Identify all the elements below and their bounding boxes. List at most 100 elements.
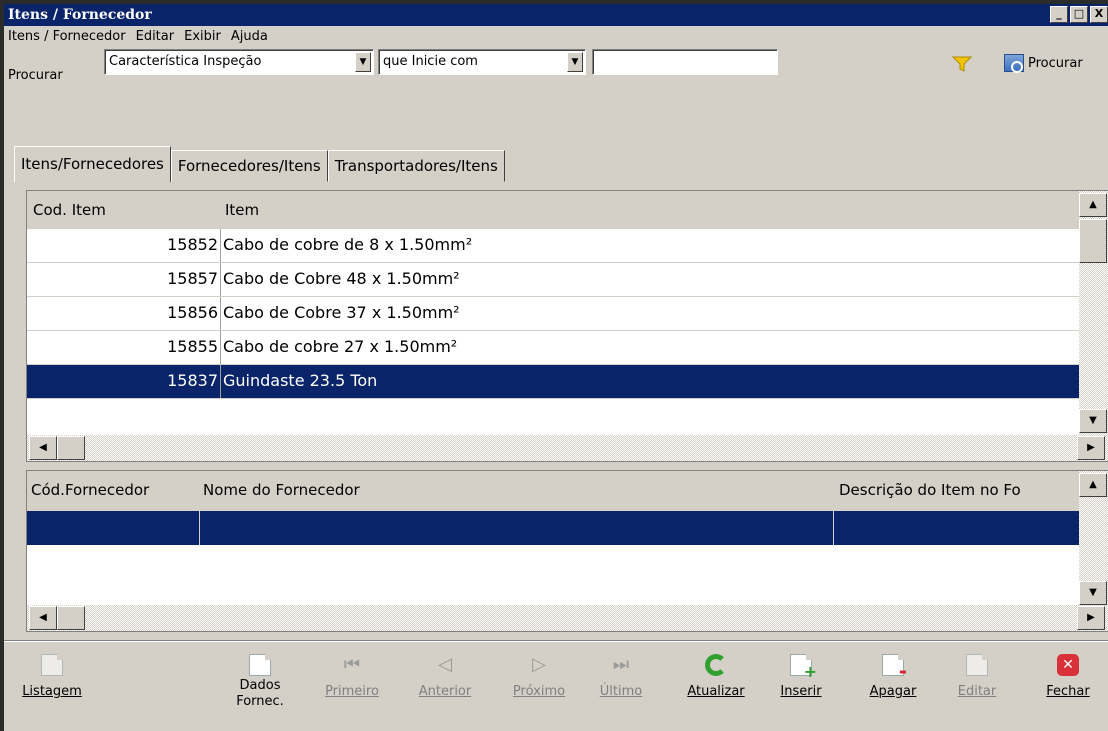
proximo-label: Próximo — [512, 684, 566, 699]
refresh-icon — [705, 654, 727, 676]
cell-cod-item: 15857 — [27, 263, 221, 296]
ultimo-button[interactable]: ⏭ Último — [594, 648, 648, 699]
scroll-left-icon[interactable]: ◀ — [29, 436, 57, 460]
chevron-down-icon[interactable]: ▼ — [567, 52, 583, 72]
scroll-left-icon[interactable]: ◀ — [29, 606, 57, 630]
cell-cod-item: 15856 — [27, 297, 221, 330]
search-label: Procurar — [8, 68, 63, 83]
scroll-thumb[interactable] — [57, 606, 85, 630]
maximize-button[interactable]: □ — [1070, 6, 1088, 23]
table-row[interactable]: 15852 Cabo de cobre de 8 x 1.50mm² — [27, 229, 1079, 263]
cell-item: Guindaste 23.5 Ton — [223, 371, 378, 390]
suppliers-horizontal-scrollbar[interactable]: ◀ ▶ — [27, 605, 1108, 631]
window-controls: _ □ X — [1050, 6, 1108, 23]
minimize-button[interactable]: _ — [1050, 6, 1068, 23]
document-icon — [41, 654, 63, 676]
search-mode-value: que Inicie com — [383, 54, 478, 69]
cell-item: Cabo de Cobre 48 x 1.50mm² — [223, 269, 460, 288]
apagar-button[interactable]: Apagar — [860, 648, 926, 699]
table-row-selected[interactable] — [27, 511, 1079, 545]
chevron-down-icon[interactable]: ▼ — [355, 52, 371, 72]
search-button-label: Procurar — [1028, 55, 1083, 71]
search-icon — [1004, 54, 1024, 73]
col-header-nome-fornecedor[interactable]: Nome do Fornecedor — [203, 481, 360, 499]
fechar-button[interactable]: ✕ Fechar — [1038, 648, 1098, 699]
menu-bar: Itens / Fornecedor Editar Exibir Ajuda — [4, 26, 1108, 48]
close-window-button[interactable]: X — [1090, 6, 1108, 23]
col-header-cod-item[interactable]: Cod. Item — [33, 201, 106, 219]
close-icon: ✕ — [1057, 654, 1079, 676]
main-window: Itens / Fornecedor _ □ X Itens / Fornece… — [0, 0, 1108, 731]
items-horizontal-scrollbar[interactable]: ◀ ▶ — [27, 435, 1108, 461]
cell-item: Cabo de cobre de 8 x 1.50mm² — [223, 235, 473, 254]
items-vertical-scrollbar[interactable]: ▲ ▼ — [1079, 191, 1108, 435]
insert-icon — [790, 654, 817, 681]
anterior-button[interactable]: ◁ Anterior — [410, 648, 480, 699]
table-row[interactable]: 15855 Cabo de cobre 27 x 1.50mm² — [27, 331, 1079, 365]
cell-cod-item: 15855 — [27, 331, 221, 364]
next-record-icon: ▷ — [532, 654, 546, 675]
last-record-icon: ⏭ — [612, 654, 630, 675]
tab-transportadores-itens[interactable]: Transportadores/Itens — [327, 150, 505, 182]
fechar-label: Fechar — [1046, 684, 1090, 699]
atualizar-label: Atualizar — [687, 684, 745, 699]
tab-fornecedores-itens[interactable]: Fornecedores/Itens — [170, 150, 328, 182]
col-header-item[interactable]: Item — [225, 201, 259, 219]
items-grid: Cod. Item Item 15852 Cabo de cobre de 8 … — [26, 190, 1108, 462]
column-divider — [199, 511, 200, 545]
scroll-down-icon[interactable]: ▼ — [1079, 581, 1107, 605]
col-header-cod-fornecedor[interactable]: Cód.Fornecedor — [31, 481, 149, 499]
table-row-selected[interactable]: 15837 Guindaste 23.5 Ton — [27, 365, 1079, 399]
table-row[interactable]: 15857 Cabo de Cobre 48 x 1.50mm² — [27, 263, 1079, 297]
column-divider — [833, 511, 834, 545]
listagem-label: Listagem — [22, 684, 82, 699]
primeiro-button[interactable]: ⏮ Primeiro — [322, 648, 382, 699]
scroll-thumb[interactable] — [1079, 219, 1107, 263]
dados-fornec-label: Dados Fornec. — [236, 678, 284, 709]
scroll-down-icon[interactable]: ▼ — [1079, 409, 1107, 433]
bottom-toolbar: Listagem Dados Fornec. ⏮ Primeiro ◁ Ante… — [4, 648, 1108, 731]
toolbar-separator — [4, 640, 1108, 642]
editar-label: Editar — [957, 684, 997, 699]
proximo-button[interactable]: ▷ Próximo — [502, 648, 576, 699]
delete-icon — [882, 654, 907, 683]
title-bar: Itens / Fornecedor _ □ X — [4, 4, 1108, 26]
apagar-label: Apagar — [869, 684, 917, 699]
search-field-value: Característica Inspeção — [109, 54, 262, 69]
dados-fornec-button[interactable]: Dados Fornec. — [230, 648, 290, 710]
suppliers-grid: Cód.Fornecedor Nome do Fornecedor Descri… — [26, 470, 1108, 632]
search-button[interactable]: Procurar — [1004, 54, 1083, 73]
suppliers-grid-header: Cód.Fornecedor Nome do Fornecedor Descri… — [27, 471, 1079, 511]
table-row[interactable]: 15856 Cabo de Cobre 37 x 1.50mm² — [27, 297, 1079, 331]
cell-item: Cabo de cobre 27 x 1.50mm² — [223, 337, 458, 356]
menu-itens-fornecedor[interactable]: Itens / Fornecedor — [8, 26, 136, 48]
scroll-up-icon[interactable]: ▲ — [1079, 193, 1107, 217]
search-field-select[interactable]: Característica Inspeção ▼ — [104, 49, 374, 75]
cell-item: Cabo de Cobre 37 x 1.50mm² — [223, 303, 460, 322]
filter-icon[interactable] — [952, 56, 972, 72]
menu-editar[interactable]: Editar — [136, 26, 185, 48]
ultimo-label: Último — [599, 684, 643, 699]
suppliers-vertical-scrollbar[interactable]: ▲ ▼ — [1079, 471, 1108, 607]
previous-record-icon: ◁ — [438, 654, 452, 675]
cell-cod-item: 15852 — [27, 229, 221, 262]
menu-ajuda[interactable]: Ajuda — [231, 26, 278, 48]
search-input[interactable] — [592, 49, 778, 75]
scroll-thumb[interactable] — [57, 436, 85, 460]
edit-icon — [966, 654, 988, 676]
inserir-button[interactable]: Inserir — [772, 648, 830, 699]
search-mode-select[interactable]: que Inicie com ▼ — [378, 49, 586, 75]
scroll-right-icon[interactable]: ▶ — [1077, 606, 1105, 630]
cell-cod-item: 15837 — [27, 365, 221, 398]
tab-itens-fornecedores[interactable]: Itens/Fornecedores — [14, 146, 171, 182]
col-header-descricao-item[interactable]: Descrição do Item no Fo — [839, 481, 1021, 499]
scroll-up-icon[interactable]: ▲ — [1079, 473, 1107, 497]
atualizar-button[interactable]: Atualizar — [676, 648, 756, 699]
listagem-button[interactable]: Listagem — [12, 648, 92, 699]
first-record-icon: ⏮ — [343, 654, 361, 675]
menu-exibir[interactable]: Exibir — [184, 26, 231, 48]
window-title: Itens / Fornecedor — [8, 7, 152, 23]
editar-button[interactable]: Editar — [950, 648, 1004, 699]
scroll-right-icon[interactable]: ▶ — [1077, 436, 1105, 460]
inserir-label: Inserir — [780, 684, 822, 699]
